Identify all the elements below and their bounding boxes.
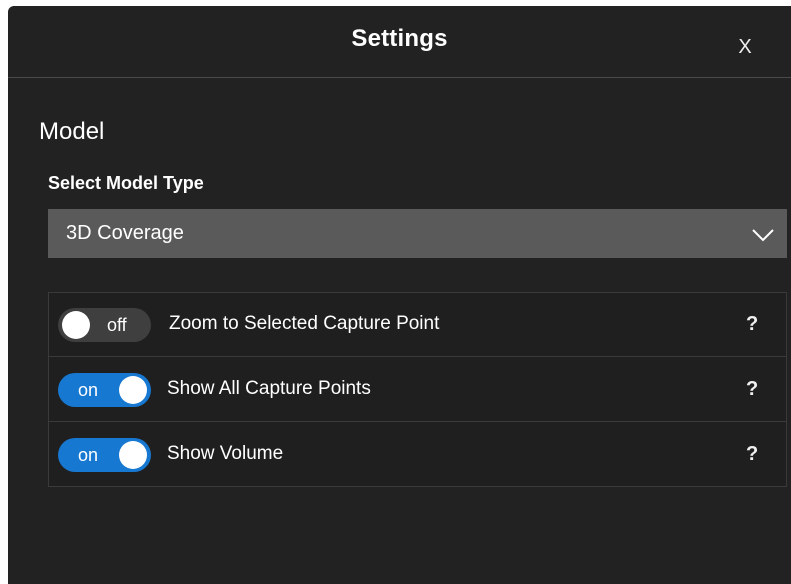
dialog-title: Settings bbox=[351, 25, 448, 52]
option-row-zoom-to-selected: off Zoom to Selected Capture Point ? bbox=[49, 293, 786, 357]
help-icon[interactable]: ? bbox=[746, 313, 758, 336]
toggle-knob bbox=[62, 311, 90, 339]
dialog-header: Settings X bbox=[8, 6, 791, 78]
option-row-show-volume: on Show Volume ? bbox=[49, 423, 786, 487]
show-all-capture-points-toggle[interactable]: on bbox=[58, 373, 151, 407]
help-icon[interactable]: ? bbox=[746, 443, 758, 466]
section-title-model: Model bbox=[39, 118, 105, 145]
model-type-selected-value: 3D Coverage bbox=[66, 222, 184, 244]
toggle-state-text: off bbox=[107, 315, 127, 335]
model-type-select[interactable]: 3D Coverage bbox=[48, 209, 787, 258]
option-row-show-all-capture-points: on Show All Capture Points ? bbox=[49, 358, 786, 422]
show-volume-toggle[interactable]: on bbox=[58, 438, 151, 472]
toggle-state-text: on bbox=[78, 445, 99, 465]
settings-dialog: Settings X Model Select Model Type 3D Co… bbox=[8, 6, 791, 584]
zoom-to-selected-toggle[interactable]: off bbox=[58, 308, 151, 342]
toggle-knob bbox=[119, 441, 147, 469]
option-label: Zoom to Selected Capture Point bbox=[169, 313, 440, 334]
options-list: off Zoom to Selected Capture Point ? on … bbox=[48, 292, 787, 487]
select-model-type-label: Select Model Type bbox=[48, 173, 204, 193]
option-label: Show All Capture Points bbox=[167, 378, 371, 399]
toggle-state-text: on bbox=[78, 380, 99, 400]
chevron-down-icon bbox=[752, 229, 774, 242]
close-button[interactable]: X bbox=[730, 32, 760, 62]
option-label: Show Volume bbox=[167, 443, 284, 464]
help-icon[interactable]: ? bbox=[746, 378, 758, 401]
toggle-knob bbox=[119, 376, 147, 404]
